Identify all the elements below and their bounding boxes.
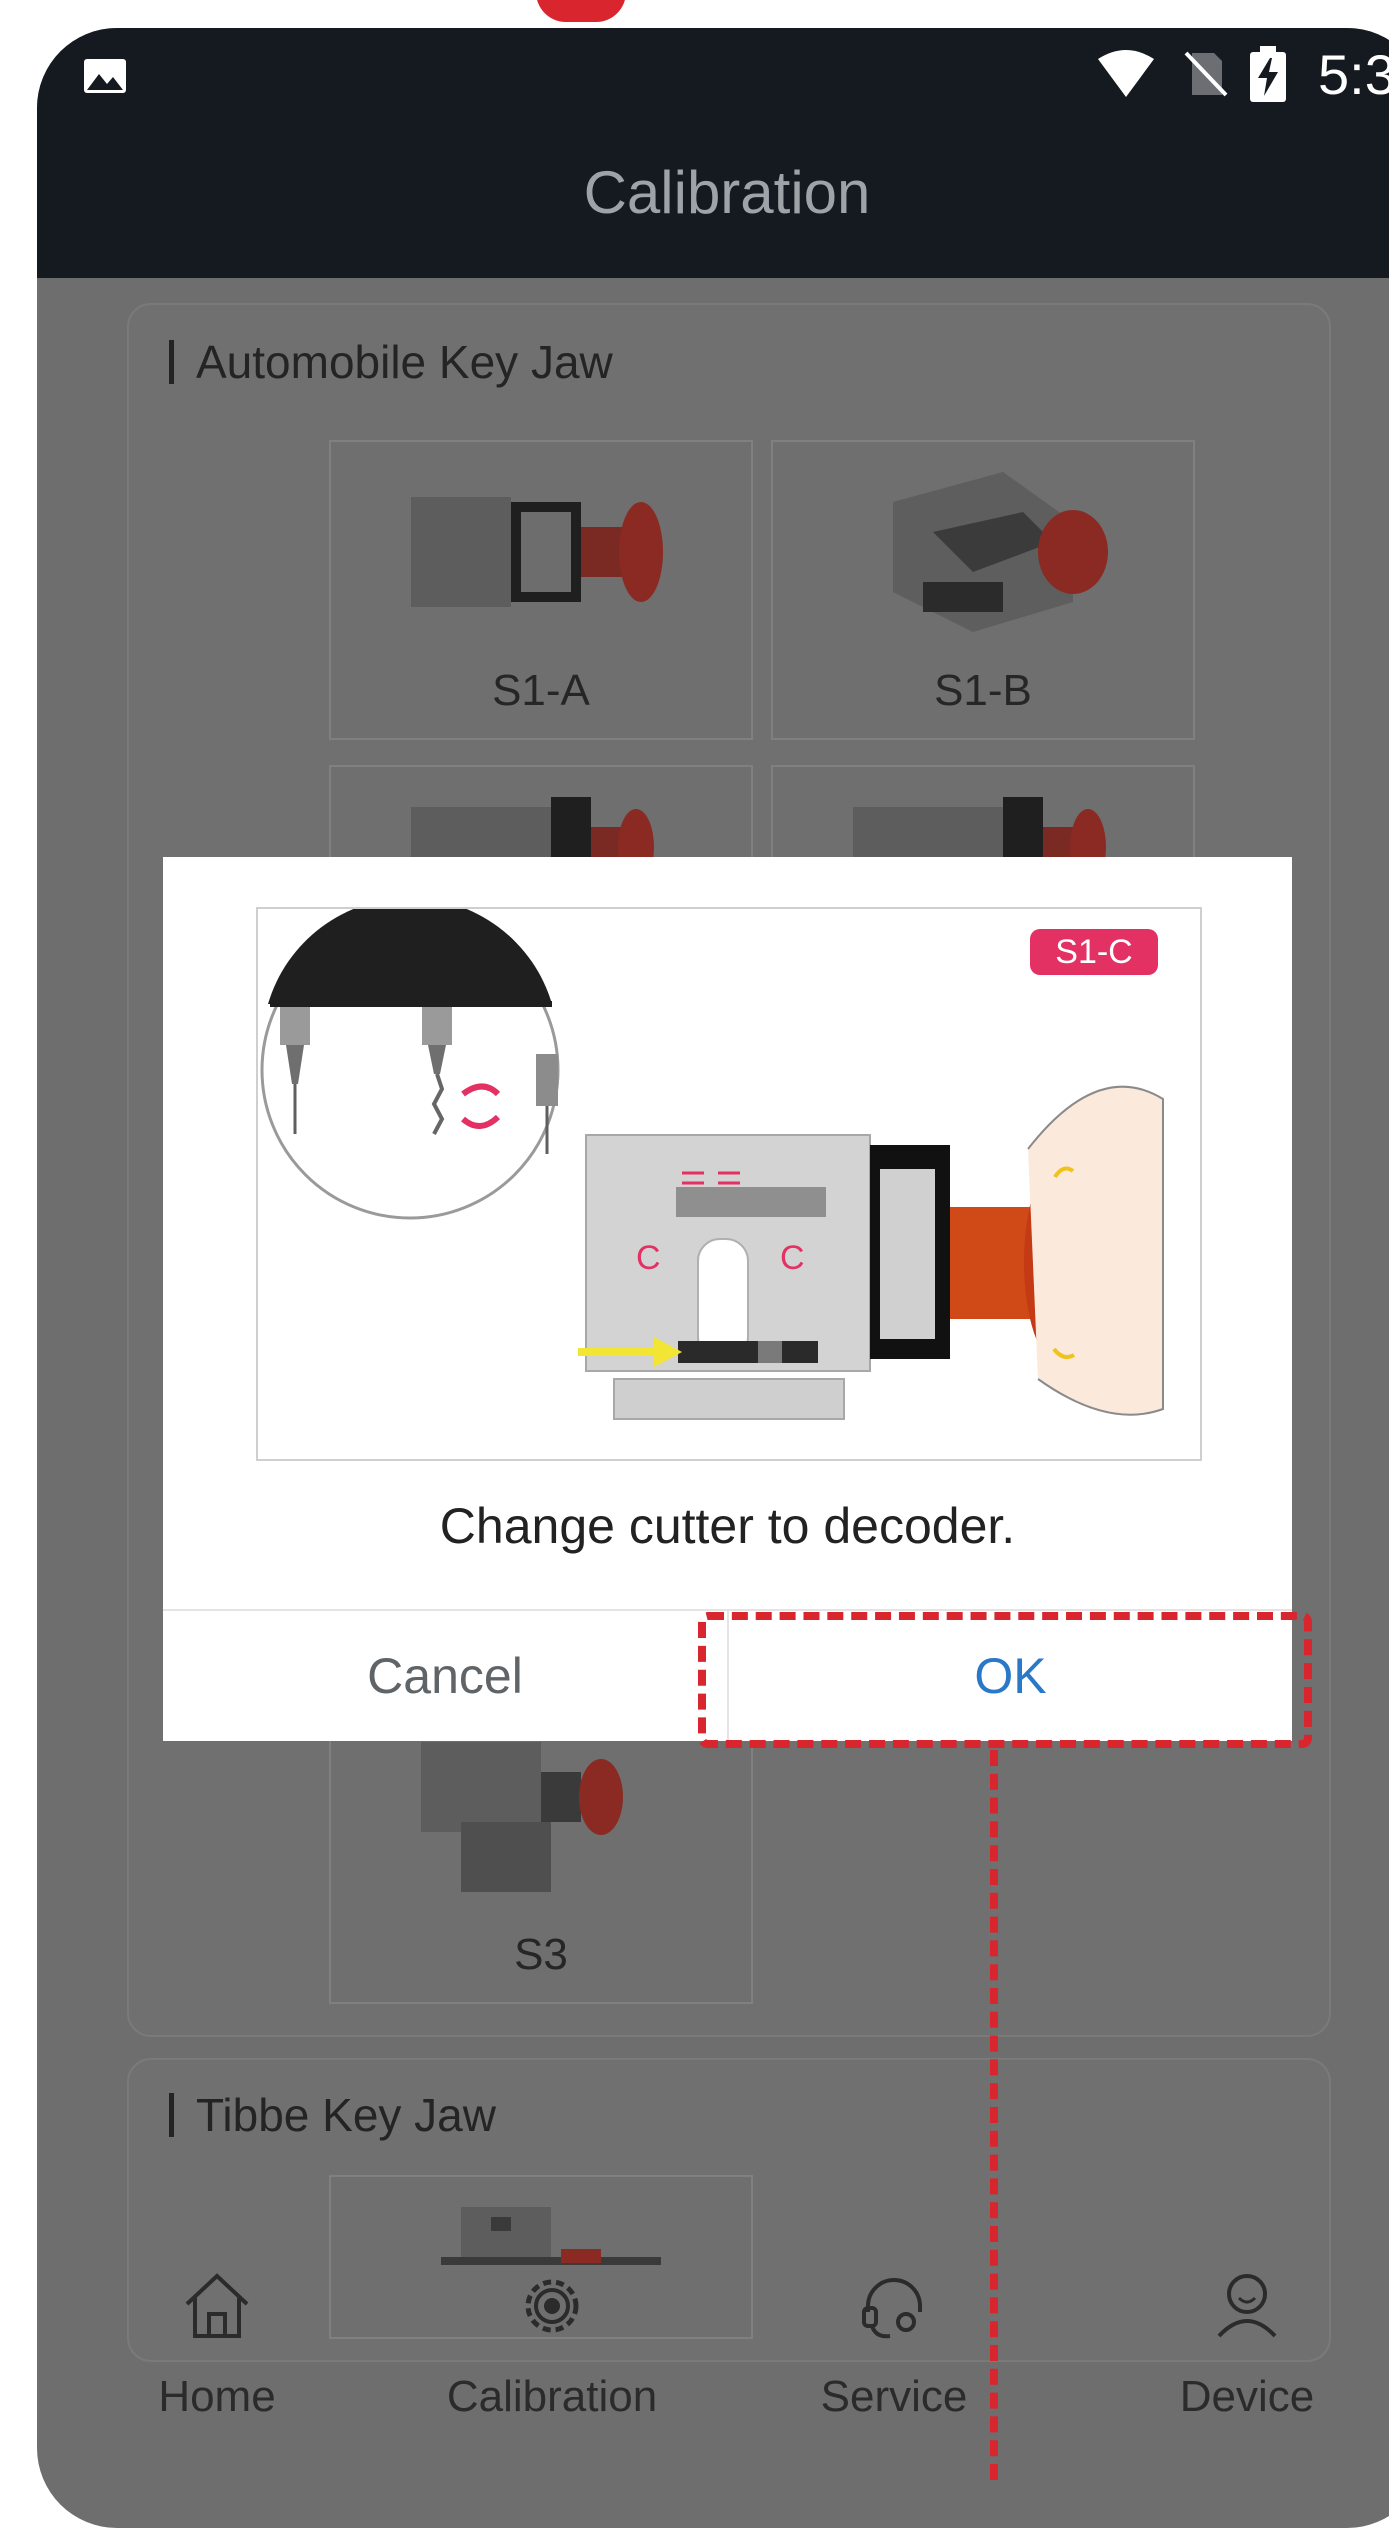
gallery-notification-icon: [84, 59, 126, 93]
jaw-tibbe-image: [441, 2207, 661, 2265]
calibration-dialog: C C S1-C Change cutter to decoder. Cance…: [163, 857, 1292, 1741]
jaw-tile-label: S1-A: [492, 666, 590, 715]
jaw-tile-label: S3: [514, 1930, 568, 1979]
nav-service[interactable]: Service: [764, 2268, 1024, 2422]
section-marker: [169, 2093, 174, 2137]
headset-icon: [862, 2278, 922, 2339]
section-marker: [169, 340, 174, 384]
nav-label: Home: [158, 2372, 276, 2421]
jaw-s1-a-image: [411, 497, 663, 607]
cutter-change-illustration: C C: [260, 909, 1164, 1420]
cancel-button[interactable]: Cancel: [163, 1611, 727, 1741]
dialog-message: Change cutter to decoder.: [439, 1498, 1016, 1554]
nav-calibration[interactable]: Calibration: [422, 2268, 682, 2422]
jaw-tile-s3[interactable]: S3: [329, 1700, 753, 2004]
battery-charging-icon: [1250, 46, 1286, 102]
nav-home[interactable]: Home: [87, 2268, 347, 2422]
dialog-illustration: C C S1-C: [256, 907, 1202, 1461]
section-title-automobile: Automobile Key Jaw: [169, 335, 613, 389]
section-title-text: Automobile Key Jaw: [196, 336, 613, 388]
notification-badge: [536, 0, 626, 22]
nav-label: Calibration: [446, 2372, 658, 2421]
jaw-tile-s1-a[interactable]: S1-A: [329, 440, 753, 740]
annotation-pointer-line: [990, 1750, 998, 2480]
gear-icon: [525, 2279, 579, 2333]
home-icon: [185, 2273, 249, 2338]
jaw-tile-s1-b[interactable]: S1-B: [771, 440, 1195, 740]
no-sim-icon: [1184, 51, 1228, 97]
nav-device[interactable]: Device: [1117, 2268, 1377, 2422]
figure-letter-c-left: C: [636, 1239, 661, 1277]
figure-letter-c-right: C: [780, 1239, 805, 1277]
bottom-nav: Home Calibration Service Device: [37, 2268, 1389, 2528]
status-time: 5:30: [1318, 42, 1389, 106]
person-icon: [1217, 2274, 1277, 2338]
nav-label: Device: [1179, 2372, 1315, 2421]
section-title-tibbe: Tibbe Key Jaw: [169, 2088, 496, 2142]
jaw-tag-s1-c: S1-C: [1030, 929, 1158, 975]
wifi-icon: [1098, 50, 1154, 97]
ok-highlight-annotation: [698, 1612, 1312, 1748]
jaw-tile-label: S1-B: [934, 666, 1032, 715]
status-bar: 5:30 Calibration: [37, 28, 1389, 278]
nav-label: Service: [820, 2372, 968, 2421]
jaw-s1-b-image: [893, 472, 1108, 632]
page-title: Calibration: [583, 159, 871, 226]
section-title-text: Tibbe Key Jaw: [196, 2089, 496, 2141]
